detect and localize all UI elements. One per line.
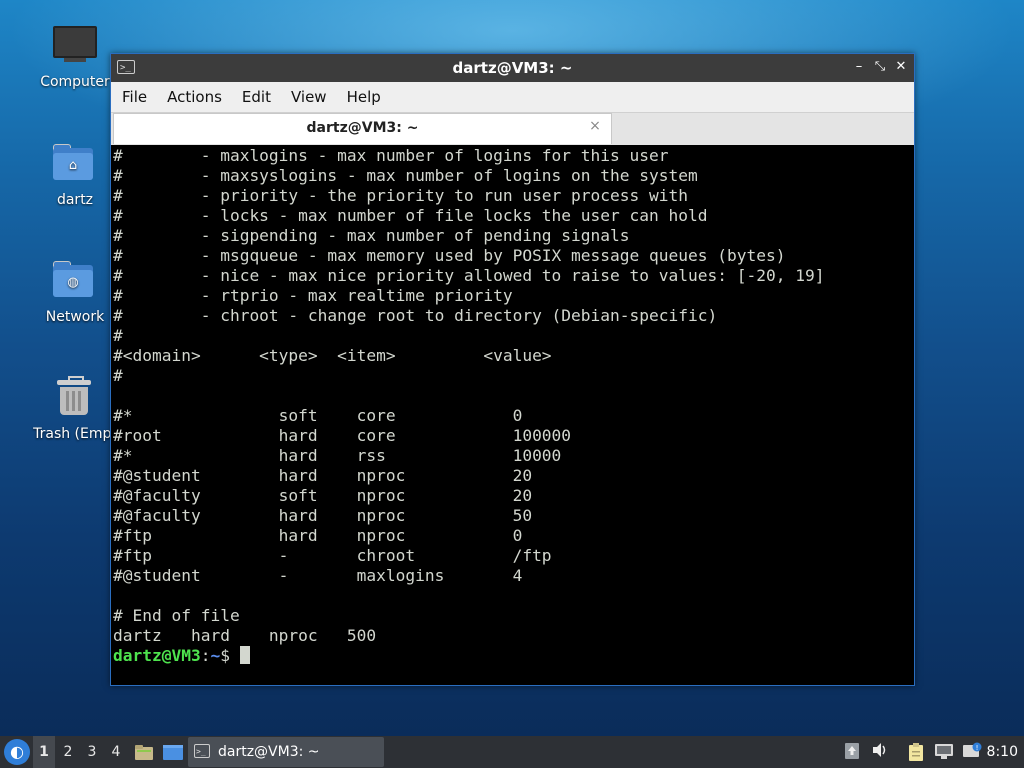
terminal-task-icon: >_ (194, 744, 210, 758)
terminal-line: # - locks - max number of file locks the… (113, 206, 708, 225)
menu-view[interactable]: View (281, 82, 337, 112)
tab-close-icon[interactable]: × (587, 118, 603, 134)
tab-label: dartz@VM3: ~ (306, 120, 419, 136)
maximize-button[interactable]: ⤡ (871, 58, 889, 76)
terminal-line: # (113, 366, 123, 385)
workspace-4[interactable]: 4 (105, 736, 127, 768)
terminal-tab[interactable]: dartz@VM3: ~ × (113, 113, 612, 144)
start-menu-icon[interactable]: ◐ (4, 739, 30, 765)
workspace-1[interactable]: 1 (33, 736, 55, 768)
terminal-line: #root hard core 100000 (113, 426, 572, 445)
network-folder-icon: ◍ (51, 257, 99, 305)
terminal-line: #<domain> <type> <item> <value> (113, 346, 552, 365)
clock[interactable]: 8:10 (987, 744, 1018, 760)
terminal-line: # - priority - the priority to run user … (113, 186, 688, 205)
updates-tray-icon[interactable] (842, 742, 862, 762)
terminal-line: # - maxlogins - max number of logins for… (113, 146, 669, 165)
terminal-line: #ftp - chroot /ftp (113, 546, 552, 565)
terminal-line: # - maxsyslogins - max number of logins … (113, 166, 698, 185)
terminal-line: #ftp hard nproc 0 (113, 526, 523, 545)
menu-bar: File Actions Edit View Help (111, 82, 914, 113)
desktop-icon-label: Computer (40, 74, 110, 90)
computer-icon (51, 22, 99, 70)
desktop-icon-network[interactable]: ◍ Network (27, 257, 123, 325)
notification-icon[interactable]: ! (962, 742, 982, 762)
terminal-line: # - chroot - change root to directory (D… (113, 306, 718, 325)
tab-bar: dartz@VM3: ~ × (111, 113, 914, 145)
workspace-2[interactable]: 2 (57, 736, 79, 768)
terminal-line: #@faculty soft nproc 20 (113, 486, 533, 505)
taskbar: ◐ 1 2 3 4 >_ dartz@VM3: ~ ! 8:10 (0, 736, 1024, 768)
terminal-window: >_ dartz@VM3: ~ – ⤡ ✕ File Actions Edit Vie… (110, 53, 915, 686)
terminal-line: #@faculty hard nproc 50 (113, 506, 533, 525)
terminal-line: dartz hard nproc 500 (113, 626, 377, 645)
terminal-line: # End of file (113, 606, 240, 625)
shell-prompt[interactable]: dartz@VM3:~$ (113, 646, 909, 666)
terminal-line: #* soft core 0 (113, 406, 523, 425)
volume-icon[interactable] (870, 742, 890, 762)
desktop-icon-label: Network (45, 309, 105, 325)
terminal-line: # (113, 326, 123, 345)
terminal-output[interactable]: # - maxlogins - max number of logins for… (113, 146, 909, 680)
prompt-user: dartz@VM3 (113, 646, 201, 665)
taskbar-terminal-button[interactable]: >_ dartz@VM3: ~ (188, 737, 384, 767)
desktop-icon-home[interactable]: ⌂ dartz (27, 140, 123, 208)
prompt-symbol: $ (220, 646, 240, 665)
home-folder-icon: ⌂ (51, 140, 99, 188)
desktop-icon-label: Trash (Empt (33, 426, 117, 442)
network-tray-icon[interactable] (934, 742, 954, 762)
svg-text:!: ! (976, 744, 979, 752)
trash-icon (51, 374, 99, 422)
terminal-line: # - nice - max nice priority allowed to … (113, 266, 825, 285)
desktop-icon-label: dartz (56, 192, 94, 208)
terminal-line: #@student - maxlogins 4 (113, 566, 523, 585)
prompt-path: ~ (210, 646, 221, 665)
close-button[interactable]: ✕ (892, 58, 910, 76)
window-title: dartz@VM3: ~ (452, 59, 573, 77)
text-cursor (239, 646, 250, 664)
menu-actions[interactable]: Actions (157, 82, 232, 112)
clipboard-icon[interactable] (906, 742, 926, 762)
file-manager-launcher-icon[interactable] (134, 742, 154, 762)
menu-edit[interactable]: Edit (232, 82, 281, 112)
terminal-line: # - msgqueue - max memory used by POSIX … (113, 246, 786, 265)
prompt-separator: : (200, 646, 211, 665)
desktop-icon-trash[interactable]: Trash (Empt (27, 374, 123, 442)
show-desktop-icon[interactable] (162, 742, 183, 762)
menu-help[interactable]: Help (337, 82, 391, 112)
terminal-line: # - rtprio - max realtime priority (113, 286, 513, 305)
desktop-icon-computer[interactable]: Computer (27, 22, 123, 90)
terminal-lines: # - maxlogins - max number of logins for… (113, 146, 909, 646)
taskbar-terminal-label: dartz@VM3: ~ (218, 744, 320, 760)
minimize-button[interactable]: – (850, 58, 868, 76)
workspace-3[interactable]: 3 (81, 736, 103, 768)
terminal-line: #* hard rss 10000 (113, 446, 562, 465)
window-titlebar[interactable]: >_ dartz@VM3: ~ – ⤡ ✕ (111, 54, 914, 82)
terminal-line: # - sigpending - max number of pending s… (113, 226, 630, 245)
terminal-line: #@student hard nproc 20 (113, 466, 533, 485)
menu-file[interactable]: File (111, 82, 157, 112)
